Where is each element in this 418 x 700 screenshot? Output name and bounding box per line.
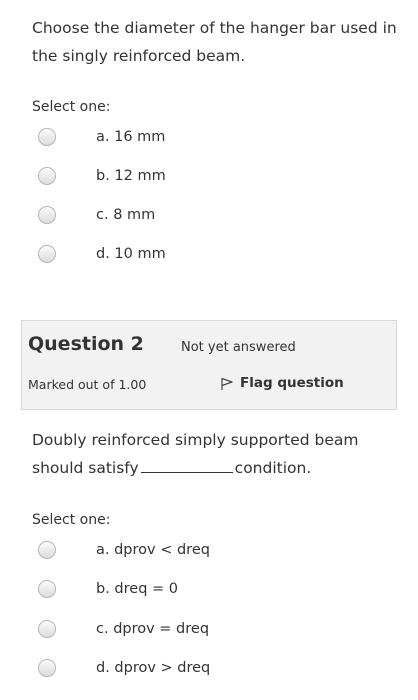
question-2-title: Question 2 (28, 333, 144, 355)
q2-option-d-label: d. dprov > dreq (96, 660, 211, 676)
radio-button[interactable] (38, 128, 56, 146)
question-2-text-part2: condition. (234, 459, 312, 477)
flag-question-label: Flag question (240, 374, 344, 391)
q1-option-a-label: a. 16 mm (96, 129, 166, 145)
q1-option-b[interactable]: b. 12 mm (38, 164, 166, 188)
q1-option-c-label: c. 8 mm (96, 207, 156, 223)
q2-option-b[interactable]: b. dreq = 0 (38, 577, 178, 601)
q1-option-b-label: b. 12 mm (96, 168, 166, 184)
answer-blank (140, 454, 233, 473)
radio-button[interactable] (38, 167, 56, 185)
flag-icon (221, 377, 233, 390)
q2-option-c-label: c. dprov = dreq (96, 621, 210, 637)
flag-question-button[interactable]: Flag question (220, 374, 344, 391)
radio-button[interactable] (38, 580, 56, 598)
q1-option-c[interactable]: c. 8 mm (38, 203, 155, 227)
radio-button[interactable] (38, 206, 56, 224)
q2-option-a[interactable]: a. dprov < dreq (38, 538, 210, 562)
q2-option-d[interactable]: d. dprov > dreq (38, 656, 210, 680)
q1-option-d[interactable]: d. 10 mm (38, 242, 166, 266)
question-2-select-label: Select one: (32, 512, 111, 528)
radio-button[interactable] (38, 659, 56, 677)
q2-option-b-label: b. dreq = 0 (96, 581, 178, 597)
radio-button[interactable] (38, 620, 56, 638)
question-marks: Marked out of 1.00 (28, 377, 147, 392)
question-2-text: Doubly reinforced simply supported beam … (32, 426, 402, 482)
q1-option-a[interactable]: a. 16 mm (38, 125, 165, 149)
question-state: Not yet answered (181, 340, 296, 355)
radio-button[interactable] (38, 245, 56, 263)
question-1-text: Choose the diameter of the hanger bar us… (32, 19, 397, 65)
question-1-select-label: Select one: (32, 99, 111, 115)
radio-button[interactable] (38, 541, 56, 559)
quiz-page: Choose the diameter of the hanger bar us… (0, 0, 418, 700)
question-2-info-box: Question 2 Not yet answered Marked out o… (21, 320, 397, 410)
q2-option-a-label: a. dprov < dreq (96, 542, 210, 558)
q2-option-c[interactable]: c. dprov = dreq (38, 617, 209, 641)
q1-option-d-label: d. 10 mm (96, 246, 166, 262)
